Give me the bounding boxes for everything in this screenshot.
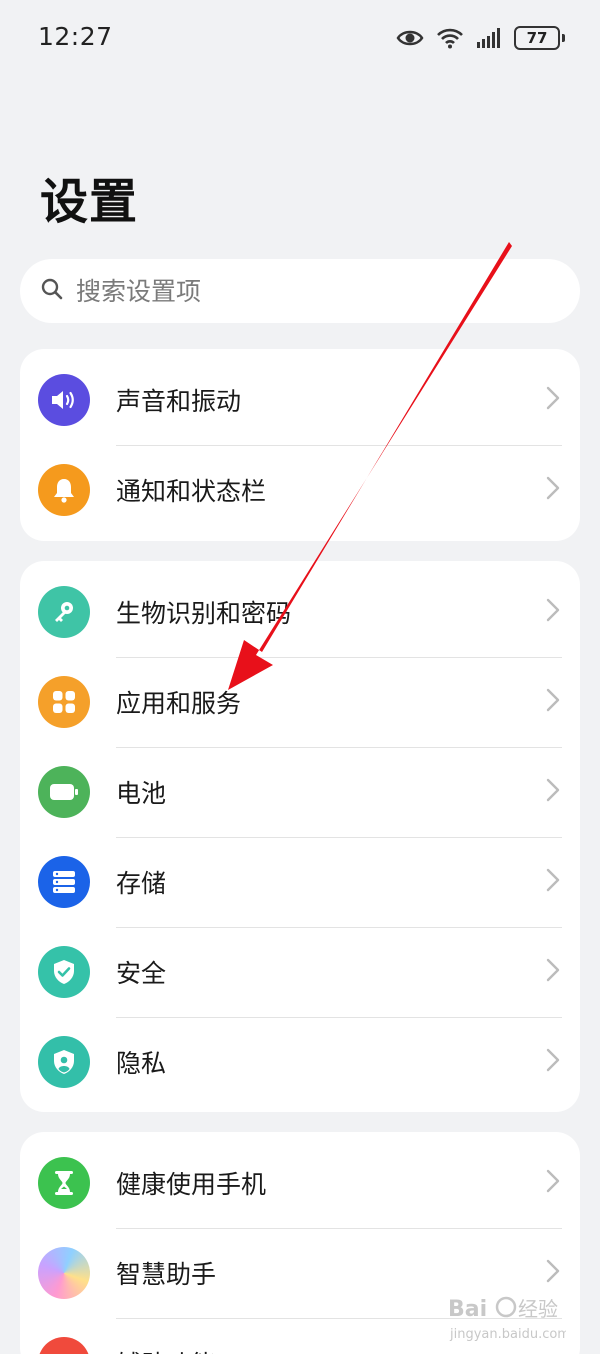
chevron-right-icon	[546, 1169, 560, 1197]
battery-icon	[38, 766, 90, 818]
key-icon	[38, 586, 90, 638]
page-title: 设置	[40, 174, 139, 230]
settings-item-storage[interactable]: 存储	[20, 837, 580, 927]
status-bar: 12:27 77	[0, 0, 600, 76]
svg-text:jingyan.baidu.com: jingyan.baidu.com	[449, 1327, 566, 1342]
apps-grid-icon	[38, 676, 90, 728]
svg-text:Bai: Bai	[448, 1297, 487, 1322]
hourglass-icon	[38, 1157, 90, 1209]
settings-item-label: 隐私	[116, 1049, 167, 1078]
eye-icon	[396, 28, 424, 48]
shield-check-icon	[38, 946, 90, 998]
signal-icon	[476, 28, 502, 48]
chevron-right-icon	[546, 1259, 560, 1287]
settings-item-sound[interactable]: 声音和振动	[20, 355, 580, 445]
chevron-right-icon	[546, 958, 560, 986]
chevron-right-icon	[546, 598, 560, 626]
settings-item-label: 存储	[116, 869, 167, 898]
status-icons: 77	[396, 24, 565, 52]
settings-screen: 12:27 77 设置 声音和振动	[0, 0, 600, 1354]
settings-item-battery[interactable]: 电池	[20, 747, 580, 837]
settings-item-label: 智慧助手	[116, 1260, 217, 1289]
accessibility-icon	[38, 1337, 90, 1354]
settings-item-label: 声音和振动	[116, 387, 242, 416]
chevron-right-icon	[546, 868, 560, 896]
settings-item-notifications[interactable]: 通知和状态栏	[20, 445, 580, 535]
svg-text:经验: 经验	[518, 1297, 558, 1321]
settings-item-apps-services[interactable]: 应用和服务	[20, 657, 580, 747]
search-bar[interactable]	[20, 259, 580, 323]
watermark-logo: Bai 经验 jingyan.baidu.com	[446, 1290, 566, 1346]
settings-item-label: 安全	[116, 959, 167, 988]
settings-item-label: 生物识别和密码	[116, 599, 292, 628]
assistant-icon	[38, 1247, 90, 1299]
bell-icon	[38, 464, 90, 516]
chevron-right-icon	[546, 1048, 560, 1076]
search-icon	[40, 277, 64, 305]
chevron-right-icon	[546, 688, 560, 716]
settings-group-system: 生物识别和密码 应用和服务 电池 存储 安全 隐私	[20, 561, 580, 1112]
settings-item-label: 通知和状态栏	[116, 477, 267, 506]
status-time: 12:27	[38, 22, 113, 51]
storage-icon	[38, 856, 90, 908]
search-input[interactable]	[76, 276, 516, 306]
settings-item-label: 应用和服务	[116, 689, 242, 718]
wifi-icon	[436, 27, 464, 49]
settings-item-biometrics[interactable]: 生物识别和密码	[20, 567, 580, 657]
chevron-right-icon	[546, 386, 560, 414]
settings-item-digital-health[interactable]: 健康使用手机	[20, 1138, 580, 1228]
settings-group-sound-notify: 声音和振动 通知和状态栏	[20, 349, 580, 541]
settings-item-label: 电池	[116, 779, 167, 808]
chevron-right-icon	[546, 476, 560, 504]
speaker-icon	[38, 374, 90, 426]
settings-item-security[interactable]: 安全	[20, 927, 580, 1017]
settings-item-label: 辅助功能	[116, 1345, 216, 1354]
settings-item-label: 健康使用手机	[116, 1170, 267, 1199]
settings-item-privacy[interactable]: 隐私	[20, 1017, 580, 1107]
chevron-right-icon	[546, 778, 560, 806]
battery-indicator: 77	[514, 26, 565, 50]
privacy-shield-icon	[38, 1036, 90, 1088]
